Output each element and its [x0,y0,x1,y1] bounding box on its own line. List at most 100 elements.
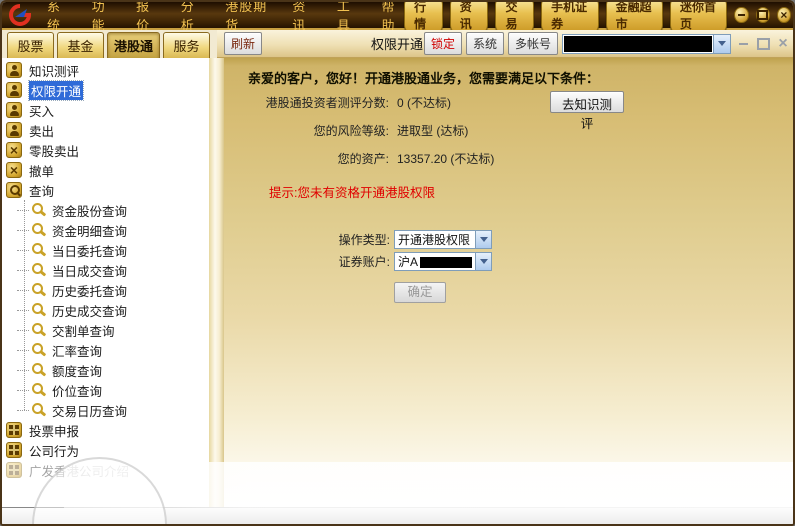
menubar-item[interactable]: 功能 [92,2,115,34]
sidebar-item[interactable]: 交割单查询 [2,320,209,340]
sidebar-item[interactable]: 汇率查询 [2,340,209,360]
refresh-button[interactable]: 刷新 [224,32,263,55]
person-icon [6,102,22,118]
sidebar-item[interactable]: 零股卖出 [2,140,209,160]
sidebar-item-label: 当日成交查询 [52,264,128,279]
securities-account-value: 沪A [395,253,475,270]
sidebar-separator [209,58,224,507]
app-logo [9,4,32,26]
grid-icon [6,442,22,458]
sidebar-item[interactable]: 查询 [2,180,209,200]
multi-account-button[interactable]: 多帐号 [507,32,558,55]
chevron-down-icon[interactable] [713,34,730,53]
sidebar-item[interactable]: 当日委托查询 [2,240,209,260]
trading-app-window: 系统功能报价分析港股期货资讯工具帮助 行情资讯交易手机证券金融超市迷你首页 股票… [0,0,795,526]
restore-button[interactable] [755,7,770,23]
sidebar-item-label: 交割单查询 [52,324,115,339]
page-title: 权限开通 [370,37,423,52]
sidebar-item[interactable]: 资金明细查询 [2,220,209,240]
menubar-item[interactable]: 报价 [136,2,159,34]
sidebar-item[interactable]: 知识测评 [2,60,209,80]
conditions-list: 港股通投资者测评分数: 0 (不达标) 您的风险等级: 进取型 (达标) 您的资… [224,88,793,172]
securities-account-select[interactable]: 沪A [394,252,492,271]
search-icon [32,343,46,357]
search-icon [32,203,46,217]
cross-icon [6,142,22,158]
sidebar-item[interactable]: 当日成交查询 [2,260,209,280]
menubar-item[interactable]: 帮助 [381,2,404,34]
menubar-item[interactable]: 系统 [47,2,70,34]
sidebar-item[interactable]: 资金股份查询 [2,200,209,220]
condition-label: 您的风险等级: [313,123,389,138]
menubar-item[interactable]: 资讯 [292,2,315,34]
content-titlebar: 刷新 权限开通 锁定 系统 多帐号 [217,30,793,58]
sidebar-item[interactable]: 权限开通 [2,79,209,101]
condition-value: 13357.20 (不达标) [397,151,495,166]
pane-close-button[interactable] [775,37,791,51]
condition-value: 0 (不达标) [397,95,452,110]
menubar-item[interactable]: 工具 [337,2,360,34]
sidebar-item[interactable]: 历史成交查询 [2,300,209,320]
sidebar-item-label: 卖出 [29,124,55,139]
search-icon [32,403,46,417]
menubar-item[interactable]: 港股期货 [225,2,270,34]
sidebar-item-label: 当日委托查询 [52,244,128,259]
menubar: 系统 功能 报价 分析 港股期货 资讯 工具 帮助 行情 资讯 交易 手机证券 金融超市 迷你首页 [2,2,793,35]
sidebar-item-label: 查询 [29,184,55,199]
go-knowledge-test-button[interactable]: 去知识测评 [550,91,624,131]
sidebar-item[interactable]: 价位查询 [2,380,209,400]
sidebar-item[interactable]: 交易日历查询 [2,400,209,420]
search-icon [32,283,46,297]
chevron-down-icon[interactable] [475,231,491,248]
grid-icon [6,462,22,478]
sidebar-item[interactable]: 投票申报 [2,420,209,440]
cross-icon [6,162,22,178]
sidebar-item-label: 汇率查询 [52,344,103,359]
sidebar-item-label: 投票申报 [29,424,80,439]
tab[interactable]: 股票 [7,32,54,60]
confirm-button[interactable]: 确定 [394,282,446,303]
search-icon [32,243,46,257]
tab-bar: 股票 基金 港股通 服务 [2,30,217,60]
sidebar-item[interactable]: 卖出 [2,120,209,140]
pane-restore-button[interactable] [755,37,771,51]
person-icon [6,62,22,78]
menu-items: 系统 功能 报价 分析 港股期货 资讯 工具 帮助 [47,2,404,34]
sidebar-item[interactable]: 额度查询 [2,360,209,380]
pane-minimize-button[interactable] [735,37,751,51]
sidebar-item[interactable]: 历史委托查询 [2,280,209,300]
sidebar-item-label: 资金股份查询 [52,204,128,219]
sidebar-item-label: 买入 [29,104,55,119]
search-icon [32,223,46,237]
tab[interactable]: 基金 [57,32,104,60]
sidebar-item-label: 交易日历查询 [52,404,128,419]
sidebar-item[interactable]: 买入 [2,100,209,120]
sidebar-item-label: 历史委托查询 [52,284,128,299]
securities-account-label: 证券账户: [338,255,390,269]
search-icon [32,263,46,277]
search-icon [32,303,46,317]
sidebar-item-label: 撤单 [29,164,55,179]
masked-account-number [420,257,473,269]
condition-row: 港股通投资者测评分数: 0 (不达标) [224,88,793,116]
person-icon [6,122,22,138]
grid-icon [6,422,22,438]
overlay-artifact [64,462,793,508]
menubar-item[interactable]: 分析 [181,2,204,34]
account-dropdown[interactable] [562,33,731,54]
operation-type-select[interactable]: 开通港股权限 [394,230,492,249]
chevron-down-icon[interactable] [475,253,491,270]
condition-label: 您的资产: [337,151,389,166]
tab[interactable]: 服务 [163,32,211,60]
person-icon [6,82,22,98]
masked-account-value [564,35,712,52]
sidebar-item-label: 历史成交查询 [52,304,128,319]
minimize-button[interactable] [734,7,749,23]
close-button[interactable] [776,7,792,23]
sidebar-item-label: 价位查询 [52,384,103,399]
greeting-text: 亲爱的客户，您好！开通港股通业务，您需要满足以下条件： [248,71,600,86]
condition-label: 港股通投资者测评分数: [265,95,389,110]
warning-tip: 提示:您未有资格开通港股权限 [269,186,435,200]
tab[interactable]: 港股通 [107,32,161,60]
sidebar-item[interactable]: 撤单 [2,160,209,180]
